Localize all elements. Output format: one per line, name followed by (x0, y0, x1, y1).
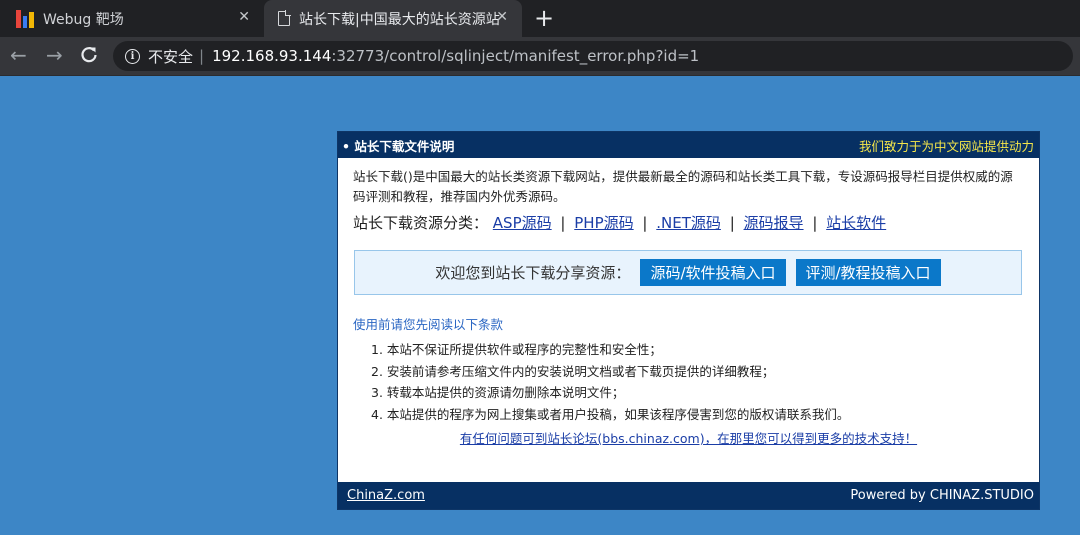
category-link-software[interactable]: 站长软件 (826, 214, 886, 232)
notice-list: 1. 本站不保证所提供软件或程序的完整性和安全性； 2. 安装前请参考压缩文件内… (338, 333, 1039, 425)
category-link-dotnet[interactable]: .NET源码 (656, 214, 721, 232)
browser-toolbar: ← → i 不安全 | 192.168.93.144 :32773/contro… (0, 37, 1080, 76)
panel-slogan: 我们致力于为中文网站提供动力 (858, 138, 1034, 154)
tab-title: 站长下载|中国最大的站长资源站 (299, 11, 500, 28)
submit-tutorial-button[interactable]: 评测/教程投稿入口 (795, 259, 941, 286)
chinaz-home-link[interactable]: ChinaZ.com (347, 488, 425, 503)
separator: | (812, 214, 818, 232)
category-link-php[interactable]: PHP源码 (574, 214, 633, 232)
address-bar[interactable]: i 不安全 | 192.168.93.144 :32773/control/sq… (113, 41, 1073, 71)
notice-item: 2. 安装前请参考压缩文件内的安装说明文档或者下载页提供的详细教程； (371, 363, 775, 379)
new-tab-button[interactable]: + (534, 5, 554, 31)
divider: | (199, 47, 205, 65)
welcome-box: 欢迎您到站长下载分享资源： 源码/软件投稿入口 评测/教程投稿入口 (354, 250, 1022, 295)
welcome-text: 欢迎您到站长下载分享资源： (435, 264, 631, 282)
forum-help-link[interactable]: 有任何问题可到站长论坛(bbs.chinaz.com)，在那里您可以得到更多的技… (460, 431, 917, 446)
notice-item: 3. 转载本站提供的资源请勿删除本说明文件； (371, 385, 625, 400)
document-icon (278, 10, 291, 26)
url-path: :32773/control/sqlinject/manifest_error.… (331, 47, 700, 65)
category-row: 站长下载资源分类： ASP源码 | PHP源码 | .NET源码 | 源码报导 … (338, 207, 1039, 233)
separator: | (642, 214, 648, 232)
info-icon[interactable]: i (125, 48, 140, 64)
reload-icon[interactable] (80, 42, 98, 69)
tab-webug[interactable]: Webug 靶场 ✕ (0, 0, 264, 37)
category-label: 站长下载资源分类： (353, 214, 489, 232)
separator: | (729, 214, 735, 232)
notice-title: 使用前请您先阅读以下条款 (353, 317, 504, 332)
notice-item: 1. 本站不保证所提供软件或程序的完整性和安全性； (371, 342, 662, 357)
panel-footer: ChinaZ.com Powered by CHINAZ.STUDIO (338, 482, 1039, 509)
powered-by-text: Powered by CHINAZ.STUDIO (850, 488, 1034, 503)
tab-title: Webug 靶场 (43, 11, 124, 28)
close-tab-icon[interactable]: ✕ (238, 9, 250, 25)
category-link-reports[interactable]: 源码报导 (744, 214, 804, 232)
submit-source-button[interactable]: 源码/软件投稿入口 (640, 259, 786, 286)
security-label[interactable]: 不安全 (148, 46, 193, 67)
category-link-asp[interactable]: ASP源码 (493, 214, 552, 232)
close-tab-icon[interactable]: ✕ (496, 9, 508, 25)
tab-bar: Webug 靶场 ✕ 站长下载|中国最大的站长资源站 ✕ + (0, 0, 1080, 37)
webug-logo-icon (16, 9, 35, 28)
forward-arrow-icon[interactable]: → (46, 43, 63, 67)
panel-title: • 站长下载文件说明 (342, 138, 455, 154)
back-arrow-icon[interactable]: ← (10, 43, 27, 67)
tab-chinaz[interactable]: 站长下载|中国最大的站长资源站 ✕ (264, 0, 522, 37)
separator: | (560, 214, 566, 232)
intro-text: 站长下载()是中国最大的站长类资源下载网站，提供最新最全的源码和站长类工具下载，… (353, 169, 1013, 204)
help-row: 有任何问题可到站长论坛(bbs.chinaz.com)，在那里您可以得到更多的技… (338, 425, 1039, 447)
url-host: 192.168.93.144 (212, 47, 332, 65)
panel-header: • 站长下载文件说明 我们致力于为中文网站提供动力 (338, 132, 1039, 158)
notice-item: 4. 本站提供的程序为网上搜集或者用户投稿，如果该程序侵害到您的版权请联系我们。 (371, 406, 850, 422)
download-notice-panel: • 站长下载文件说明 我们致力于为中文网站提供动力 站长下载()是中国最大的站长… (337, 131, 1040, 510)
